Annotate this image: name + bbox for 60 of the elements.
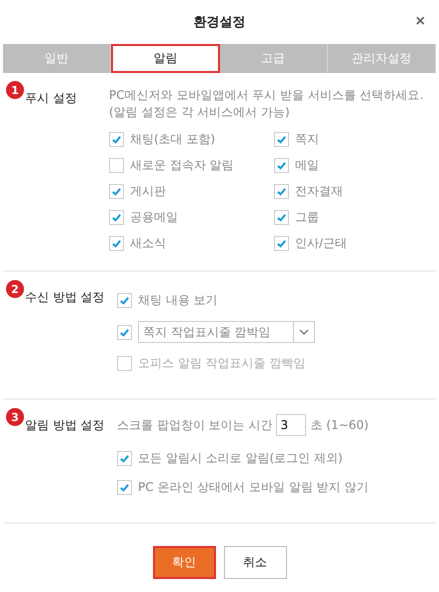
step-badge: 2 bbox=[6, 280, 24, 298]
checkbox[interactable] bbox=[117, 324, 132, 340]
checkmark-icon bbox=[119, 482, 130, 493]
checkbox[interactable] bbox=[117, 451, 132, 466]
description-text: (알림 설정은 각 서비스에서 가능) bbox=[109, 104, 291, 121]
chevron-down-icon bbox=[299, 329, 309, 335]
checkbox[interactable] bbox=[117, 480, 132, 495]
checkmark-icon bbox=[276, 238, 287, 249]
step-badge: 1 bbox=[6, 81, 24, 99]
checkbox[interactable] bbox=[274, 236, 289, 251]
checkmark-icon bbox=[111, 238, 122, 249]
checkbox[interactable] bbox=[117, 293, 132, 308]
checkbox[interactable] bbox=[109, 184, 124, 199]
description-text: PC메신저와 모바일앱에서 푸시 받을 서비스를 선택하세요. bbox=[109, 87, 425, 104]
checkbox-label: PC 온라인 상태에서 모바일 알림 받지 않기 bbox=[138, 479, 369, 496]
tab[interactable]: 알림 bbox=[111, 44, 220, 73]
checkmark-icon bbox=[276, 160, 287, 171]
checkmark-icon bbox=[119, 453, 130, 464]
checkmark-icon bbox=[119, 326, 130, 338]
checkbox[interactable] bbox=[109, 158, 124, 173]
checkmark-icon bbox=[276, 186, 287, 197]
checkbox-label: 새로운 접속자 알림 bbox=[130, 157, 234, 174]
checkbox[interactable] bbox=[109, 210, 124, 225]
checkbox-label: 채팅 내용 보기 bbox=[138, 292, 218, 309]
seconds-input[interactable]: 3 bbox=[276, 414, 306, 436]
checkbox[interactable] bbox=[274, 210, 289, 225]
select-field[interactable]: 쪽지 작업표시줄 깜박임 bbox=[138, 321, 315, 343]
confirm-button[interactable]: 확인 bbox=[152, 546, 216, 579]
checkbox-label: 새소식 bbox=[130, 235, 166, 252]
section-label: 푸시 설정 bbox=[25, 90, 78, 107]
checkbox-label: 모든 알림시 소리로 알림(로그인 제외) bbox=[138, 450, 343, 467]
checkbox-label: 게시판 bbox=[130, 183, 166, 200]
range-hint: 초 (1~60) bbox=[310, 416, 369, 434]
checkbox[interactable] bbox=[109, 132, 124, 147]
checkbox-label: 메일 bbox=[295, 157, 319, 174]
checkbox[interactable] bbox=[109, 236, 124, 251]
section-label: 수신 방법 설정 bbox=[25, 289, 106, 306]
checkmark-icon bbox=[111, 212, 122, 223]
checkmark-icon bbox=[111, 186, 122, 197]
checkmark-icon bbox=[276, 212, 287, 223]
checkbox-label: 인사/근태 bbox=[295, 235, 348, 252]
checkbox[interactable] bbox=[274, 132, 289, 147]
duration-label: 스크롤 팝업창이 보이는 시간 bbox=[117, 416, 272, 434]
checkbox[interactable] bbox=[274, 158, 289, 173]
checkbox-label: 쪽지 bbox=[295, 131, 319, 148]
window-title: 환경설정 bbox=[194, 14, 246, 31]
checkbox[interactable] bbox=[117, 356, 132, 371]
checkbox-label: 공용메일 bbox=[130, 209, 178, 226]
checkmark-icon bbox=[276, 134, 287, 145]
checkbox-label: 채팅(초대 포함) bbox=[130, 131, 216, 148]
section-label: 알림 방법 설정 bbox=[25, 417, 106, 434]
checkmark-icon bbox=[119, 295, 130, 306]
checkbox-label: 그룹 bbox=[295, 209, 319, 226]
checkmark-icon bbox=[111, 134, 122, 145]
step-badge: 3 bbox=[6, 408, 24, 426]
close-button[interactable]: × bbox=[414, 13, 427, 31]
checkbox[interactable] bbox=[274, 184, 289, 199]
cancel-button[interactable]: 취소 bbox=[224, 546, 286, 579]
checkbox-label: 전자결재 bbox=[295, 183, 343, 200]
checkbox-label: 오피스 알림 작업표시줄 깜빡임 bbox=[138, 355, 306, 372]
